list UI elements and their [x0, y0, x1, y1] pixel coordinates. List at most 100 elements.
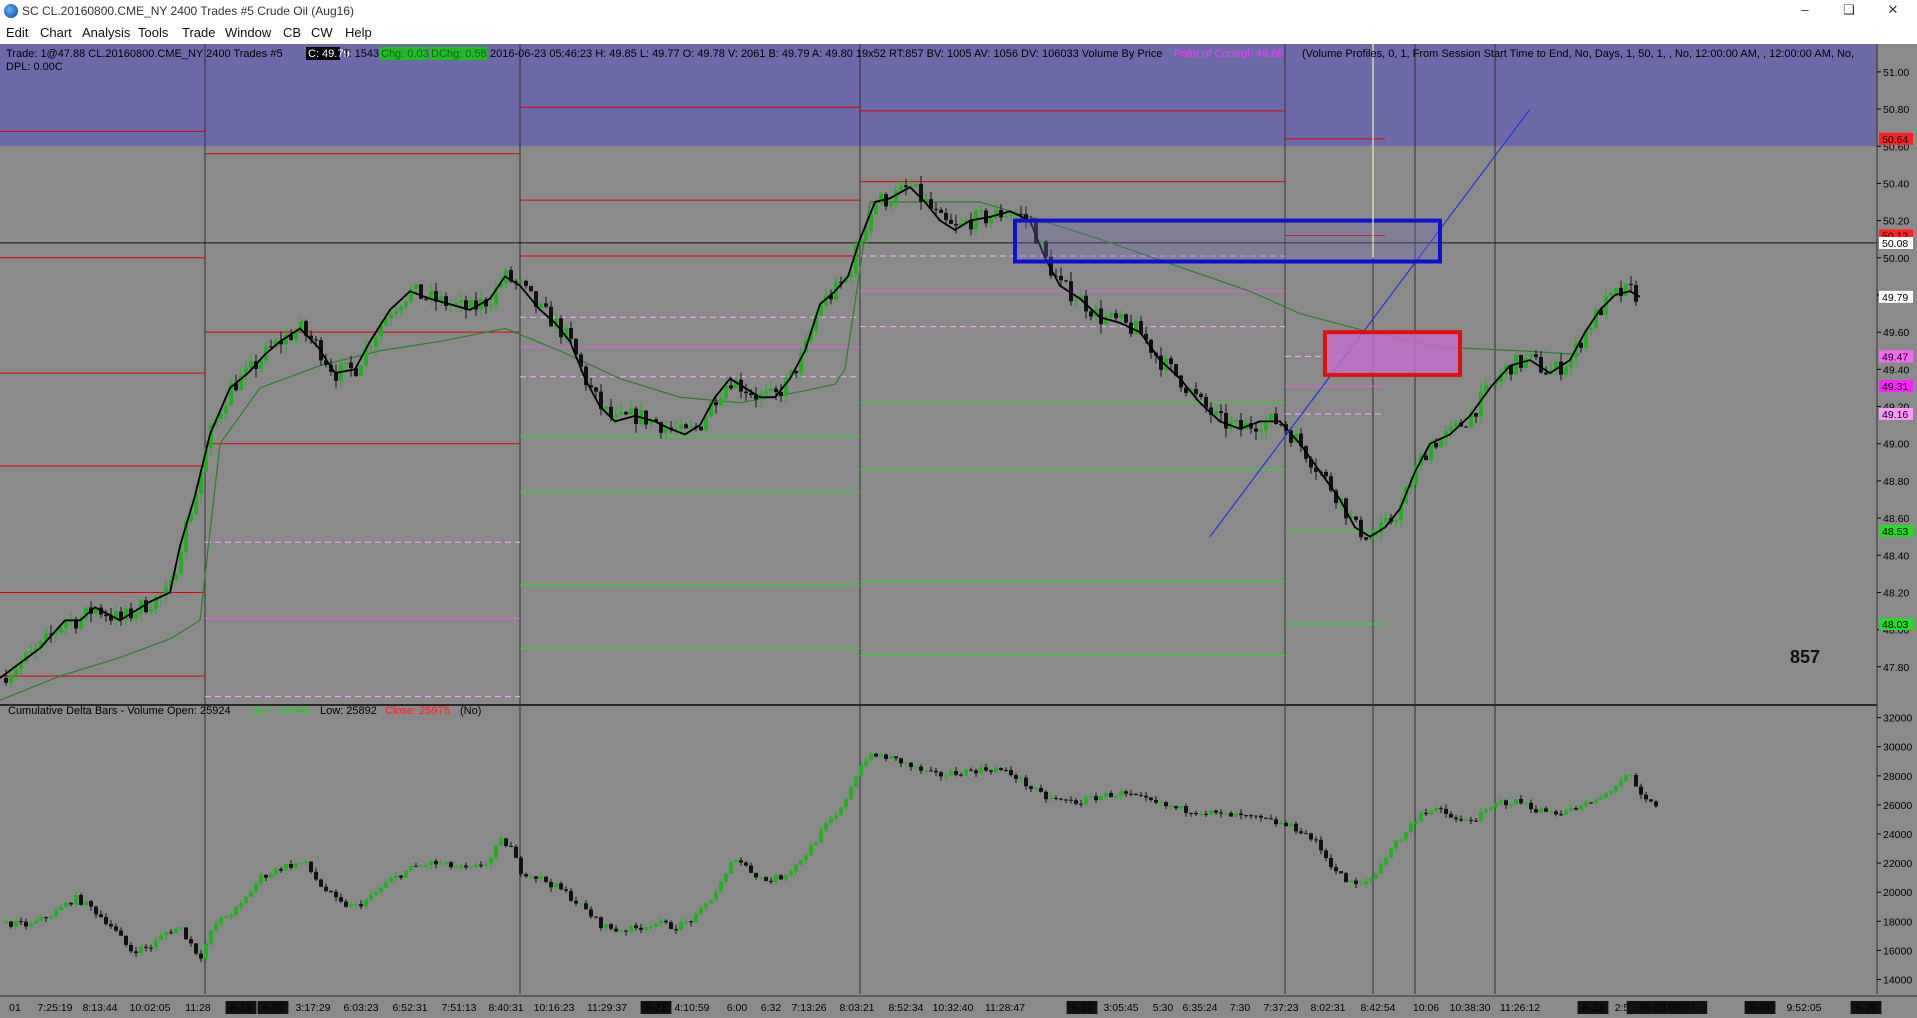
- candle-body: [79, 895, 83, 905]
- candle-body: [59, 627, 63, 633]
- time-axis-label: 01: [9, 1002, 21, 1014]
- candle-body: [174, 928, 178, 934]
- candle-body: [1424, 812, 1428, 815]
- delta-axis-label: 32000: [1883, 713, 1912, 725]
- candle-body: [1084, 797, 1088, 805]
- candle-body: [119, 930, 123, 936]
- candle-body: [1449, 813, 1453, 818]
- supply-zone-box[interactable]: [1013, 218, 1442, 264]
- app-logo-icon: [4, 4, 18, 18]
- candle-body: [1319, 839, 1323, 851]
- time-axis-label: 9:52:05: [1786, 1002, 1821, 1014]
- candle-body: [1294, 823, 1298, 832]
- close-icon[interactable]: ✕: [1871, 0, 1915, 22]
- candle-body: [1059, 798, 1063, 800]
- candle-body: [1119, 791, 1123, 796]
- candle-body: [1479, 812, 1483, 821]
- candle-body: [1359, 883, 1363, 885]
- candle-body: [44, 917, 48, 919]
- candle-body: [1329, 858, 1333, 868]
- candle-body: [1489, 807, 1493, 810]
- candle-body: [1259, 815, 1263, 818]
- price-tag-label: 49.47: [1882, 351, 1908, 363]
- candle-body: [1169, 358, 1173, 364]
- delta-axis-label: 24000: [1883, 829, 1912, 841]
- menu-chart[interactable]: Chart: [40, 25, 72, 40]
- candle-body: [1524, 357, 1528, 368]
- candle-body: [1394, 840, 1398, 849]
- candle-body: [739, 860, 743, 863]
- price-tag-label: 50.08: [1882, 238, 1908, 250]
- time-axis-label: 8:52:34: [888, 1002, 923, 1014]
- candle-body: [524, 280, 528, 286]
- candle-body: [1639, 786, 1643, 795]
- candle-body: [1614, 786, 1618, 792]
- candle-body: [1189, 812, 1193, 814]
- candle-body: [1339, 871, 1343, 874]
- price-tag-label: 50.64: [1882, 134, 1908, 146]
- time-axis-label: 10:02:05: [130, 1002, 171, 1014]
- candle-body: [389, 878, 393, 883]
- candle-body: [1449, 426, 1453, 432]
- price-header-prefix: Trade: 1@47.88 CL.20160800.CME_NY 2400 T…: [6, 48, 283, 60]
- candle-body: [909, 762, 913, 768]
- candle-body: [414, 284, 418, 289]
- candle-body: [634, 925, 638, 928]
- candle-body: [619, 412, 623, 415]
- candle-body: [879, 194, 883, 204]
- candle-body: [629, 408, 633, 415]
- menu-help[interactable]: Help: [345, 25, 372, 40]
- candle-body: [1384, 857, 1388, 865]
- menu-cw[interactable]: CW: [311, 25, 333, 40]
- candle-body: [154, 940, 158, 948]
- price-axis-label: 50.20: [1883, 216, 1909, 228]
- chart-window[interactable]: Trade: 1@47.88 CL.20160800.CME_NY 2400 T…: [0, 44, 1917, 1018]
- candle-body: [1484, 809, 1488, 813]
- candle-body: [949, 771, 953, 776]
- candle-body: [459, 865, 463, 868]
- candle-body: [979, 210, 983, 212]
- restore-icon[interactable]: ❏: [1827, 0, 1871, 22]
- candle-body: [1454, 422, 1458, 427]
- price-chart-canvas[interactable]: Trade: 1@47.88 CL.20160800.CME_NY 2400 T…: [0, 44, 1917, 1018]
- candle-body: [1184, 806, 1188, 813]
- candle-body: [489, 857, 493, 864]
- study-settings: (Volume Profiles, 0, 1, From Session Sta…: [1302, 48, 1854, 60]
- menu-cb[interactable]: CB: [283, 25, 301, 40]
- candle-body: [1114, 313, 1118, 319]
- candle-body: [614, 414, 618, 418]
- candle-body: [1404, 832, 1408, 840]
- candle-body: [374, 892, 378, 895]
- candle-body: [1554, 811, 1558, 815]
- menu-trade[interactable]: Trade: [182, 25, 215, 40]
- demand-zone-box[interactable]: [1323, 330, 1462, 377]
- candle-body: [544, 303, 548, 307]
- candle-body: [364, 899, 368, 907]
- candle-body: [829, 818, 833, 824]
- candle-body: [574, 900, 578, 904]
- time-axis-label: 11:26:12: [1500, 1002, 1540, 1014]
- bar-counter: 857: [1790, 647, 1820, 667]
- candle-body: [914, 766, 918, 768]
- candle-body: [404, 301, 408, 307]
- candle-body: [609, 924, 613, 929]
- price-tag-label: 49.16: [1882, 409, 1908, 421]
- time-axis-label: 7:51:13: [441, 1002, 476, 1014]
- menu-window[interactable]: Window: [225, 25, 271, 40]
- candle-body: [849, 274, 853, 278]
- menu-analysis[interactable]: Analysis: [82, 25, 130, 40]
- candle-body: [384, 882, 388, 888]
- candle-body: [859, 765, 863, 777]
- candle-body: [764, 391, 768, 394]
- candle-body: [1444, 808, 1448, 814]
- candle-body: [149, 609, 153, 613]
- minimize-icon[interactable]: –: [1783, 0, 1827, 22]
- candle-body: [209, 930, 213, 944]
- menu-tools[interactable]: Tools: [138, 25, 168, 40]
- candle-body: [1349, 880, 1353, 883]
- candle-body: [279, 868, 283, 871]
- candle-body: [449, 862, 453, 868]
- candle-body: [889, 203, 893, 207]
- menu-edit[interactable]: Edit: [6, 25, 28, 40]
- candle-body: [1479, 391, 1483, 417]
